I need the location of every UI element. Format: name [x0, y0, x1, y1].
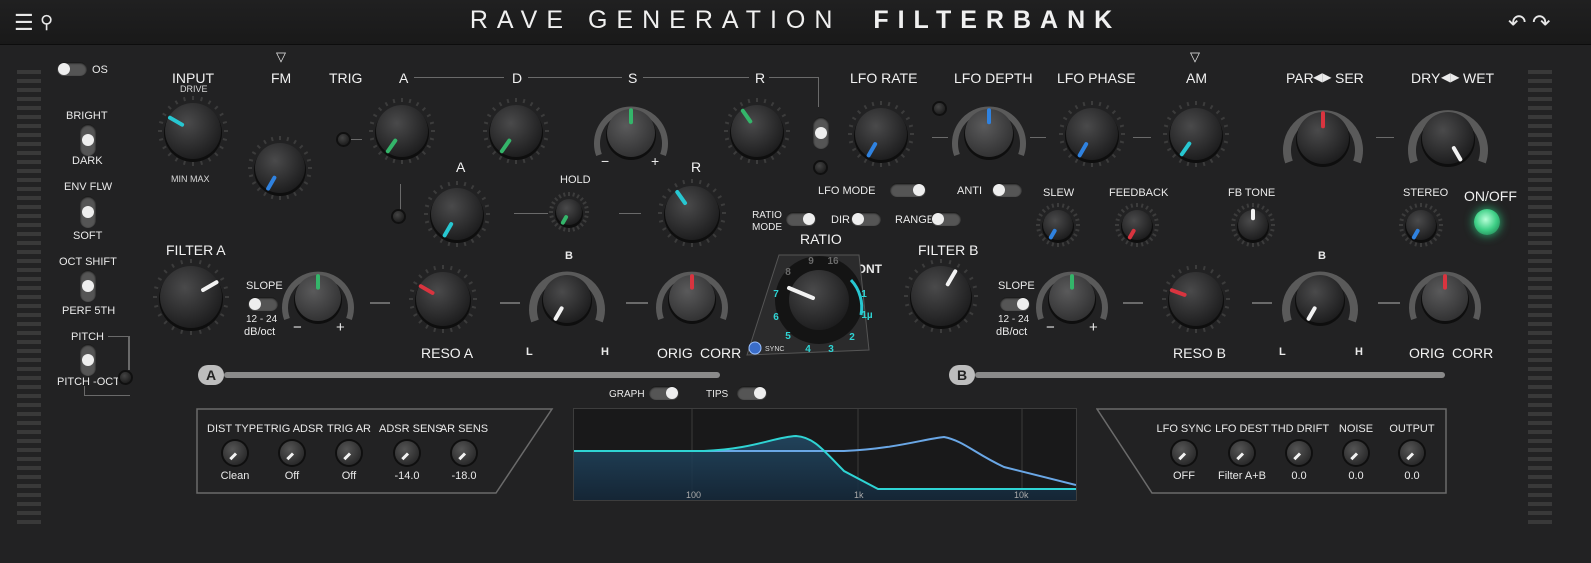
hold-knob[interactable]	[549, 192, 589, 232]
ratio-tick[interactable]: 3	[828, 344, 834, 355]
setting-label: LFO DEST	[1215, 423, 1269, 435]
setting-value: -14.0	[394, 470, 420, 482]
knob-pointer	[1350, 452, 1359, 461]
graph-toggle[interactable]	[649, 386, 679, 400]
graph-label: GRAPH	[609, 389, 645, 400]
ratio-tick[interactable]: 6	[773, 312, 779, 323]
setting-knob[interactable]	[1230, 441, 1254, 465]
slew-knob[interactable]	[1036, 203, 1080, 247]
plugin-window: ☰ ⚲ RAVE GENERATION FILTERBANK ↶ ↷ OS BR…	[0, 0, 1591, 563]
filter-a-cutoff-knob[interactable]	[153, 259, 229, 335]
setting-knob[interactable]	[1172, 441, 1196, 465]
input-drive-knob[interactable]	[158, 96, 228, 166]
axis-100: 100	[686, 490, 701, 500]
setting-knob[interactable]	[1287, 441, 1311, 465]
ratio-tick[interactable]: 1	[861, 289, 867, 300]
lfo-phase-knob[interactable]	[1059, 101, 1125, 167]
ratio-tick[interactable]: 7	[773, 289, 779, 300]
sync-button[interactable]	[748, 341, 762, 355]
knob-pointer	[458, 452, 467, 461]
knob-pointer	[401, 452, 410, 461]
setting-value: -18.0	[451, 470, 477, 482]
reso-a-knob[interactable]	[409, 265, 477, 333]
fb-tone-knob[interactable]	[1231, 203, 1275, 247]
setting-value: 0.0	[1291, 470, 1307, 482]
lfo-rate-knob[interactable]	[848, 101, 914, 167]
setting-value: OFF	[1173, 470, 1195, 482]
setting-label: LFO SYNC	[1156, 423, 1212, 435]
knob-pointer	[343, 452, 352, 461]
setting-label: NOISE	[1338, 423, 1374, 435]
knob-pointer	[1406, 452, 1415, 461]
setting-value: Off	[284, 470, 300, 482]
filter-a-orig-corr-knob[interactable]	[656, 271, 728, 324]
setting-knob[interactable]	[337, 441, 361, 465]
ratio-tick[interactable]: 8	[785, 267, 791, 278]
setting-knob[interactable]	[1344, 441, 1368, 465]
setting-label: TRIG AR	[326, 423, 371, 435]
setting-knob[interactable]	[223, 441, 247, 465]
ratio-tick[interactable]: 4	[805, 344, 811, 355]
ar-attack-knob[interactable]	[424, 181, 490, 247]
tips-label: TIPS	[706, 389, 729, 400]
ratio-tick[interactable]: 1µ	[861, 310, 873, 321]
filter-a-bandwidth-knob[interactable]	[529, 271, 605, 326]
setting-label: ADSR SENS	[379, 423, 443, 435]
stereo-knob[interactable]	[1399, 203, 1443, 247]
filter-a-slope-knob[interactable]	[282, 271, 354, 324]
knob-pointer	[229, 452, 238, 461]
setting-value: Clean	[220, 470, 250, 482]
lfo-depth-knob[interactable]	[952, 106, 1026, 160]
setting-knob[interactable]	[395, 441, 419, 465]
setting-value: Off	[341, 470, 357, 482]
ratio-selector[interactable]: 9 1687654 3211µSYNC	[746, 254, 873, 356]
setting-label: THD DRIFT	[1271, 423, 1330, 435]
sync-label: SYNC	[765, 346, 784, 353]
setting-label: OUTPUT	[1389, 423, 1435, 435]
setting-label: AR SENS	[439, 423, 489, 435]
feedback-knob[interactable]	[1115, 203, 1159, 247]
reso-b-knob[interactable]	[1162, 265, 1230, 333]
par-ser-knob[interactable]	[1283, 110, 1363, 167]
attack-knob[interactable]	[369, 98, 435, 164]
knob-pointer	[286, 452, 295, 461]
ratio-tick[interactable]: 16	[827, 256, 839, 267]
filter-b-orig-corr-knob[interactable]	[1409, 271, 1481, 324]
ratio-tick[interactable]: 2	[849, 332, 855, 343]
dry-wet-knob[interactable]	[1408, 110, 1488, 167]
knob-pointer	[1178, 452, 1187, 461]
setting-knob[interactable]	[280, 441, 304, 465]
filter-b-slope-knob[interactable]	[1036, 271, 1108, 324]
filter-response-graph[interactable]: 100 1k 10k	[573, 408, 1077, 501]
axis-10k: 10k	[1014, 490, 1029, 500]
setting-knob[interactable]	[452, 441, 476, 465]
knob-pointer	[1293, 452, 1302, 461]
release-knob[interactable]	[724, 98, 790, 164]
setting-value: Filter A+B	[1218, 470, 1266, 482]
am-knob[interactable]	[1163, 101, 1229, 167]
filter-b-bandwidth-knob[interactable]	[1282, 271, 1358, 326]
setting-label: TRIG ADSR	[264, 423, 324, 435]
ratio-tick[interactable]: 5	[785, 331, 791, 342]
setting-label: DIST TYPE	[207, 423, 264, 435]
knob-pointer	[1236, 452, 1245, 461]
fm-knob[interactable]	[248, 136, 312, 200]
filter-b-cutoff-knob[interactable]	[904, 259, 978, 333]
decay-knob[interactable]	[483, 98, 549, 164]
ar-release-knob[interactable]	[658, 179, 726, 247]
filter-response-curve: 100 1k 10k	[574, 409, 1077, 500]
ratio-tick[interactable]: 9	[808, 256, 814, 267]
setting-value: 0.0	[1404, 470, 1420, 482]
sustain-knob[interactable]	[594, 106, 668, 160]
axis-1k: 1k	[854, 490, 864, 500]
setting-value: 0.0	[1348, 470, 1364, 482]
setting-knob[interactable]	[1400, 441, 1424, 465]
tips-toggle[interactable]	[737, 386, 767, 400]
